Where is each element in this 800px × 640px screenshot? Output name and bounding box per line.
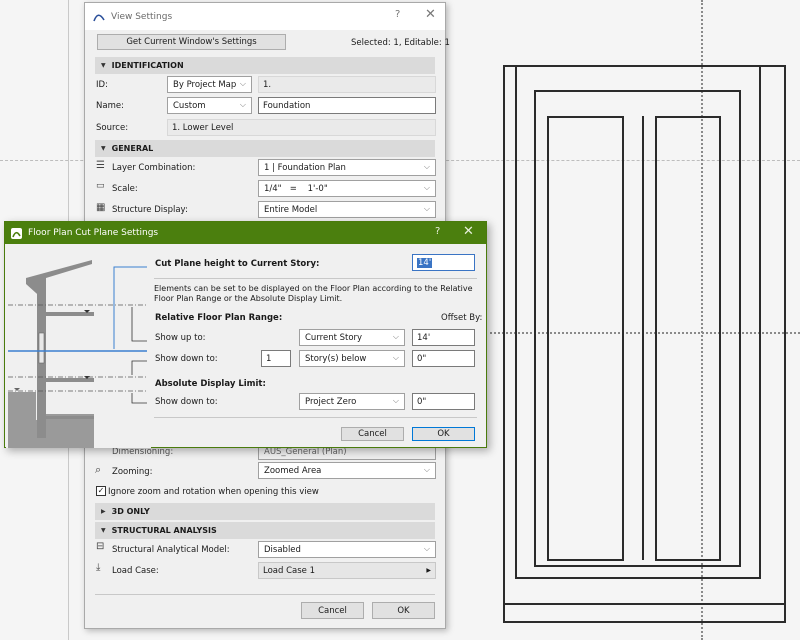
structure-display-icon: ▦ xyxy=(96,202,106,213)
close-icon[interactable]: ✕ xyxy=(463,224,474,239)
footing-strip[interactable] xyxy=(503,603,786,623)
section-general[interactable]: ▼ GENERAL xyxy=(95,140,435,157)
cut-plane-description: Elements can be set to be displayed on t… xyxy=(154,284,473,303)
name-label: Name: xyxy=(96,101,124,111)
chevron-down-icon: ⌵ xyxy=(392,353,399,362)
name-mode-select[interactable]: Custom ⌵ xyxy=(167,97,252,114)
dimensioning-label: Dimensioning: xyxy=(112,447,174,457)
source-field: 1. Lower Level xyxy=(167,119,436,136)
structural-model-select[interactable]: Disabled ⌵ xyxy=(258,541,436,558)
ignore-zoom-checkbox[interactable]: ✓ xyxy=(96,486,106,496)
abs-show-down-label: Show down to: xyxy=(155,397,218,407)
selection-status: Selected: 1, Editable: 1 xyxy=(351,38,450,48)
show-up-select[interactable]: Current Story ⌵ xyxy=(299,329,405,346)
cut-plane-illustration xyxy=(6,244,151,448)
archicad-logo-icon xyxy=(93,13,105,21)
chevron-down-icon: ⌵ xyxy=(239,100,246,109)
expand-arrow-icon: ▶ xyxy=(101,508,106,515)
id-label: ID: xyxy=(96,80,108,90)
load-case-icon: ⤓ xyxy=(96,562,101,573)
cut-plane-title: Floor Plan Cut Plane Settings xyxy=(28,228,159,238)
foundation-slab xyxy=(46,416,94,419)
chevron-down-icon: ⌵ xyxy=(423,465,430,474)
chevron-down-icon: ⌵ xyxy=(423,204,430,213)
outer-wall-left xyxy=(503,300,505,605)
outer-wall-right xyxy=(784,300,786,605)
offset-by-header: Offset By: xyxy=(441,313,483,323)
id-mode-select[interactable]: By Project Map ⌵ xyxy=(167,76,252,93)
partition-wall xyxy=(642,116,644,560)
relative-range-header: Relative Floor Plan Range: xyxy=(155,313,283,323)
help-icon[interactable]: ? xyxy=(395,9,400,20)
chevron-right-icon: ▶ xyxy=(426,567,431,574)
cut-plane-divider xyxy=(154,278,477,279)
help-icon[interactable]: ? xyxy=(435,226,440,237)
room-left-upper[interactable] xyxy=(547,116,624,240)
room-right-lower[interactable] xyxy=(655,236,721,561)
absolute-offset-input[interactable]: 0" xyxy=(412,393,475,410)
view-settings-title: View Settings xyxy=(111,11,173,22)
chevron-down-icon: ⌵ xyxy=(392,396,399,405)
close-icon[interactable]: ✕ xyxy=(425,7,436,22)
cut-height-input[interactable]: 14' xyxy=(412,254,475,271)
view-settings-titlebar[interactable]: View Settings ? ✕ xyxy=(85,3,445,30)
section-3d-only[interactable]: ▶ 3D ONLY xyxy=(95,503,435,520)
name-input[interactable]: Foundation xyxy=(258,97,436,114)
chevron-down-icon: ⌵ xyxy=(423,544,430,553)
archicad-logo-icon xyxy=(11,227,22,239)
source-label: Source: xyxy=(96,123,129,133)
collapse-arrow-icon: ▼ xyxy=(101,527,106,534)
show-down-label: Show down to: xyxy=(155,354,218,364)
chevron-down-icon: ⌵ xyxy=(392,332,399,341)
cut-plane-titlebar[interactable]: Floor Plan Cut Plane Settings ? ✕ xyxy=(5,222,486,244)
ignore-zoom-label: Ignore zoom and rotation when opening th… xyxy=(108,487,319,497)
layers-icon: ☰ xyxy=(96,160,105,171)
scale-label: Scale: xyxy=(112,184,138,194)
scale-select[interactable]: 1/4" = 1'-0" ⌵ xyxy=(258,180,436,197)
chevron-down-icon: ⌵ xyxy=(423,183,430,192)
ok-button[interactable]: OK xyxy=(372,602,435,619)
cut-plane-dialog: Floor Plan Cut Plane Settings ? ✕ Cut Pl… xyxy=(4,221,487,448)
show-down-offset-input[interactable]: 0" xyxy=(412,350,475,367)
cut-plane-footer-divider xyxy=(154,417,477,418)
show-up-offset-input[interactable]: 14' xyxy=(412,329,475,346)
collapse-arrow-icon: ▼ xyxy=(101,145,106,152)
collapse-arrow-icon: ▼ xyxy=(101,62,106,69)
section-identification[interactable]: ▼ IDENTIFICATION xyxy=(95,57,435,74)
zooming-label: Zooming: xyxy=(112,467,153,477)
cut-plane-ok-button[interactable]: OK xyxy=(412,427,475,441)
cut-plane-cancel-button[interactable]: Cancel xyxy=(341,427,404,441)
window-section xyxy=(38,332,45,364)
structure-display-label: Structure Display: xyxy=(112,205,188,215)
absolute-mode-select[interactable]: Project Zero ⌵ xyxy=(299,393,405,410)
get-current-settings-button[interactable]: Get Current Window's Settings xyxy=(97,34,286,50)
cancel-button[interactable]: Cancel xyxy=(301,602,364,619)
structure-display-select[interactable]: Entire Model ⌵ xyxy=(258,201,436,218)
load-case-label: Load Case: xyxy=(112,566,159,576)
structural-model-icon: ⊟ xyxy=(96,541,105,552)
scale-ruler-icon: ▭ xyxy=(96,181,105,191)
zooming-select[interactable]: Zoomed Area ⌵ xyxy=(258,462,436,479)
chevron-down-icon: ⌵ xyxy=(239,79,246,88)
show-up-label: Show up to: xyxy=(155,333,206,343)
structural-model-label: Structural Analytical Model: xyxy=(112,545,230,555)
layer-combination-select[interactable]: 1 | Foundation Plan ⌵ xyxy=(258,159,436,176)
section-structural-analysis[interactable]: ▼ STRUCTURAL ANALYSIS xyxy=(95,522,435,539)
room-right-upper[interactable] xyxy=(655,116,721,240)
show-down-count-input[interactable]: 1 xyxy=(261,350,291,367)
id-value-field: 1. xyxy=(258,76,436,93)
load-case-select[interactable]: Load Case 1 ▶ xyxy=(258,562,436,579)
room-left-lower[interactable] xyxy=(547,236,624,561)
absolute-limit-header: Absolute Display Limit: xyxy=(155,379,266,389)
footer-divider xyxy=(95,594,435,595)
layer-combination-label: Layer Combination: xyxy=(112,163,196,173)
chevron-down-icon: ⌵ xyxy=(423,162,430,171)
zoom-magnifier-icon: ⌕ xyxy=(95,463,102,476)
show-down-select[interactable]: Story(s) below ⌵ xyxy=(299,350,405,367)
cut-height-label: Cut Plane height to Current Story: xyxy=(155,259,320,269)
